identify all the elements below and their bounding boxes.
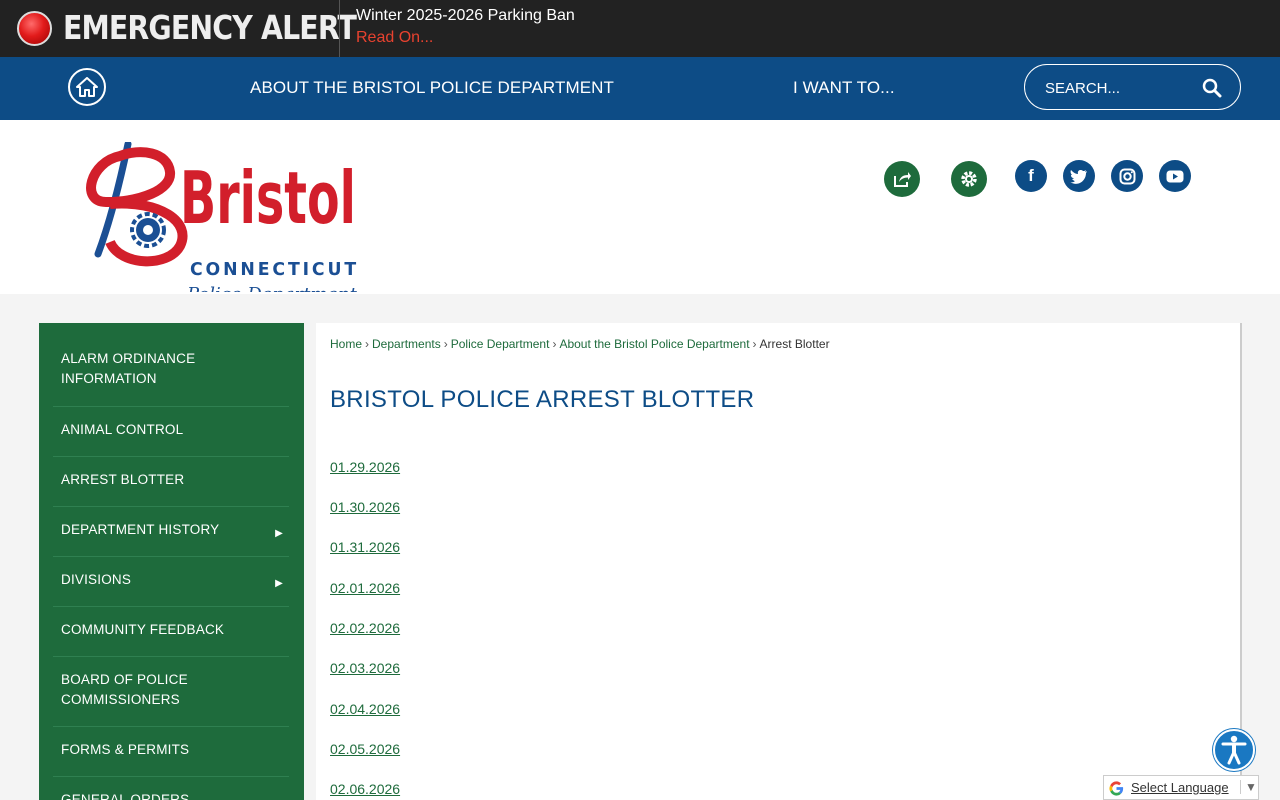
sidebar-item-label: FORMS & PERMITS [61, 742, 190, 757]
sidebar-item-alarm-ordinance[interactable]: ALARM ORDINANCE INFORMATION [53, 349, 289, 407]
alert-title: EMERGENCY ALERT [63, 8, 357, 47]
home-button[interactable] [68, 68, 106, 106]
site-header: Bristol CONNECTICUT Police Department f [0, 120, 1280, 294]
blotter-link[interactable]: 02.05.2026 [330, 741, 400, 757]
search-input[interactable] [1045, 77, 1195, 99]
nav-i-want-to[interactable]: I WANT TO... [793, 78, 895, 98]
breadcrumb-home[interactable]: Home [330, 337, 362, 351]
blotter-link[interactable]: 01.29.2026 [330, 459, 400, 475]
nav-about-department[interactable]: ABOUT THE BRISTOL POLICE DEPARTMENT [250, 78, 614, 98]
share-icon [894, 172, 911, 187]
gear-icon [961, 171, 977, 187]
google-icon [1109, 781, 1124, 796]
share-button[interactable] [884, 161, 920, 197]
sidebar-item-general-orders[interactable]: GENERAL ORDERS [53, 777, 289, 800]
blotter-link[interactable]: 02.06.2026 [330, 781, 400, 797]
sidebar-item-label: BOARD OF POLICE COMMISSIONERS [61, 672, 188, 707]
main-nav: ABOUT THE BRISTOL POLICE DEPARTMENT I WA… [0, 57, 1280, 120]
emergency-alert-bar: EMERGENCY ALERT Winter 2025-2026 Parking… [0, 0, 1280, 57]
sidebar-nav: ALARM ORDINANCE INFORMATION ANIMAL CONTR… [39, 323, 304, 800]
blotter-link[interactable]: 02.02.2026 [330, 620, 400, 636]
breadcrumb-separator: › [443, 337, 448, 351]
facebook-button[interactable]: f [1015, 160, 1047, 192]
expand-arrow-icon[interactable]: ▶ [275, 524, 283, 544]
main-content: Home › Departments › Police Department › About… [316, 323, 1242, 800]
blotter-link[interactable]: 01.31.2026 [330, 539, 400, 555]
breadcrumb: Home › Departments › Police Department › About… [330, 337, 830, 351]
settings-button[interactable] [951, 161, 987, 197]
sidebar-item-department-history[interactable]: DEPARTMENT HISTORY ▶ [53, 507, 289, 557]
youtube-button[interactable] [1159, 160, 1191, 192]
breadcrumb-current: Arrest Blotter [759, 337, 830, 351]
sidebar-item-community-feedback[interactable]: COMMUNITY FEEDBACK [53, 607, 289, 657]
breadcrumb-about[interactable]: About the Bristol Police Department [559, 337, 749, 351]
language-selector[interactable]: Select Language ▼ [1103, 775, 1259, 800]
logo-word: Bristol [180, 157, 356, 241]
accessibility-button[interactable] [1213, 729, 1255, 771]
search-icon[interactable] [1202, 78, 1222, 98]
alert-message[interactable]: Winter 2025-2026 Parking Ban [356, 7, 575, 25]
youtube-icon [1166, 170, 1184, 182]
alert-read-on-link[interactable]: Read On... [356, 29, 433, 47]
breadcrumb-separator: › [752, 337, 757, 351]
accessibility-icon [1221, 735, 1247, 765]
home-icon [76, 77, 98, 97]
blotter-link[interactable]: 01.30.2026 [330, 499, 400, 515]
breadcrumb-police-department[interactable]: Police Department [451, 337, 550, 351]
twitter-icon [1070, 169, 1087, 184]
sidebar-item-label: DIVISIONS [61, 572, 132, 587]
sidebar-item-label: GENERAL ORDERS [61, 792, 190, 800]
sidebar-item-label: ALARM ORDINANCE INFORMATION [61, 351, 196, 386]
blotter-link[interactable]: 02.04.2026 [330, 701, 400, 717]
sidebar-item-label: DEPARTMENT HISTORY [61, 522, 220, 537]
expand-arrow-icon[interactable]: ▶ [275, 574, 283, 594]
instagram-button[interactable] [1111, 160, 1143, 192]
blotter-link[interactable]: 02.03.2026 [330, 660, 400, 676]
page-title: BRISTOL POLICE ARREST BLOTTER [330, 386, 755, 413]
sidebar-item-label: COMMUNITY FEEDBACK [61, 622, 225, 637]
blotter-link[interactable]: 02.01.2026 [330, 580, 400, 596]
dropdown-caret-icon[interactable]: ▼ [1240, 780, 1257, 794]
sidebar-item-animal-control[interactable]: ANIMAL CONTROL [53, 407, 289, 457]
sidebar-item-label: ANIMAL CONTROL [61, 422, 184, 437]
facebook-icon: f [1028, 166, 1034, 185]
alert-light-icon [17, 11, 52, 46]
logo-state: CONNECTICUT [190, 260, 359, 280]
instagram-icon [1119, 168, 1135, 184]
breadcrumb-departments[interactable]: Departments [372, 337, 441, 351]
sidebar-item-divisions[interactable]: DIVISIONS ▶ [53, 557, 289, 607]
logo-department: Police Department [186, 284, 358, 292]
select-language-label[interactable]: Select Language [1131, 780, 1229, 795]
search-box [1024, 64, 1241, 110]
sidebar-item-forms-permits[interactable]: FORMS & PERMITS [53, 727, 289, 777]
bristol-police-logo[interactable]: Bristol CONNECTICUT Police Department [80, 142, 390, 292]
twitter-button[interactable] [1063, 160, 1095, 192]
breadcrumb-separator: › [365, 337, 370, 351]
sidebar-item-label: ARREST BLOTTER [61, 472, 185, 487]
sidebar-item-board-of-commissioners[interactable]: BOARD OF POLICE COMMISSIONERS [53, 657, 289, 727]
sidebar-item-arrest-blotter[interactable]: ARREST BLOTTER [53, 457, 289, 507]
alert-divider [339, 0, 340, 57]
breadcrumb-separator: › [552, 337, 557, 351]
